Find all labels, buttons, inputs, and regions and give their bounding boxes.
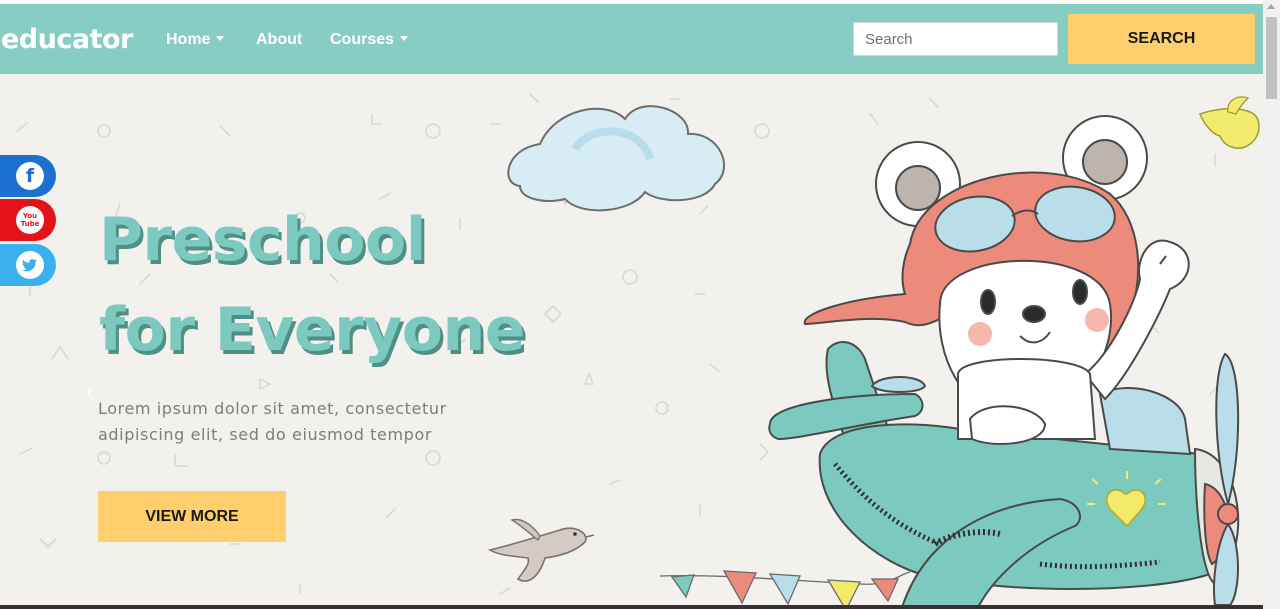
nav-item-home[interactable]: Home (166, 31, 225, 49)
hero-title-line-1: Preschool (99, 205, 426, 275)
nav-item-about[interactable]: About (256, 31, 302, 49)
next-section-edge (0, 605, 1263, 609)
hero-banner: Preschool for Everyone Lorem ipsum dolor… (0, 74, 1263, 605)
hero-title-line-2: for Everyone (99, 295, 525, 365)
twitter-icon (16, 251, 44, 279)
scroll-up-arrow-icon[interactable] (1267, 4, 1275, 9)
search-button[interactable]: SEARCH (1068, 14, 1255, 64)
twitter-link[interactable] (0, 244, 56, 286)
nav-item-courses[interactable]: Courses (330, 31, 409, 49)
youtube-icon: You Tube (16, 206, 44, 234)
nav-item-courses-label: Courses (330, 31, 395, 48)
top-navbar: educator Home About Courses SEARCH (0, 4, 1263, 74)
nav-item-about-label: About (256, 31, 303, 48)
view-more-button[interactable]: VIEW MORE (98, 491, 286, 542)
cloud-illustration (507, 105, 726, 212)
grey-bird-illustration (487, 518, 595, 582)
bunting-flags-illustration (659, 570, 911, 605)
nav-item-home-label: Home (166, 31, 211, 48)
yellow-bird-illustration (1199, 96, 1260, 149)
chevron-down-icon (400, 36, 409, 41)
search-input[interactable] (853, 22, 1058, 56)
brand-logo[interactable]: educator (1, 25, 133, 55)
chevron-down-icon (216, 36, 225, 41)
hero-subtitle: Lorem ipsum dolor sit amet, consectetur … (98, 399, 447, 444)
scrollbar-thumb[interactable] (1266, 17, 1277, 99)
youtube-link[interactable]: You Tube (0, 199, 56, 241)
facebook-link[interactable]: f (0, 155, 56, 197)
carousel-prev-arrow[interactable]: ‹ (86, 380, 93, 404)
facebook-icon: f (16, 162, 44, 190)
